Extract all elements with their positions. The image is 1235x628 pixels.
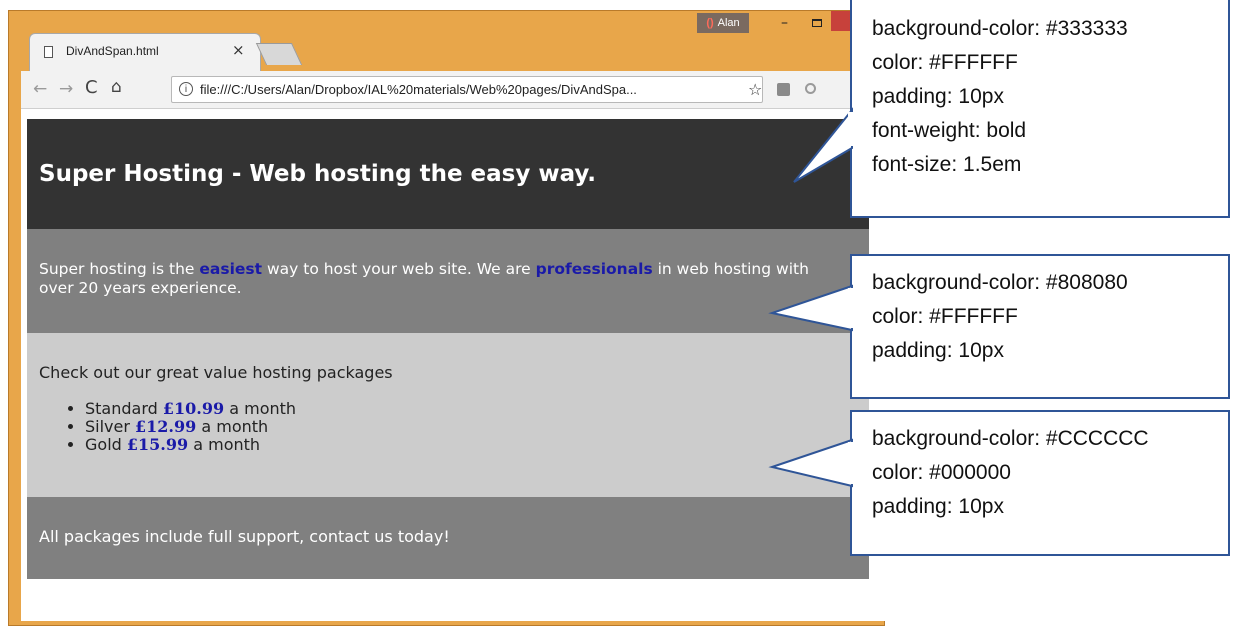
address-bar[interactable]: i file:///C:/Users/Alan/Dropbox/IAL%20ma… — [171, 76, 763, 103]
callout-line: padding: 10px — [872, 495, 1004, 518]
callout-line: font-size: 1.5em — [872, 153, 1022, 176]
profile-icon: () — [706, 17, 714, 29]
back-icon[interactable]: ← — [33, 79, 47, 99]
callout-packages-css: background-color: #CCCCCC color: #000000… — [850, 410, 1230, 556]
callout-line: padding: 10px — [872, 339, 1004, 362]
header-section: Super Hosting - Web hosting the easy way… — [27, 119, 869, 229]
page-title: Super Hosting - Web hosting the easy way… — [39, 161, 597, 187]
list-item: Gold £15.99 a month — [85, 436, 296, 454]
callout-line: font-weight: bold — [872, 119, 1027, 142]
callout-line: background-color: #808080 — [872, 271, 1128, 294]
reload-icon[interactable]: C — [85, 77, 98, 98]
profile-button[interactable]: () Alan — [697, 13, 749, 33]
package-name: Silver — [85, 417, 130, 436]
tab-title: DivAndSpan.html — [66, 44, 159, 58]
star-icon[interactable]: ☆ — [748, 80, 762, 99]
intro-text-part: Super hosting is the — [39, 260, 200, 278]
forward-icon[interactable]: → — [59, 79, 73, 99]
package-suffix: a month — [229, 399, 297, 418]
package-suffix: a month — [201, 417, 269, 436]
packages-lead: Check out our great value hosting packag… — [39, 363, 393, 382]
footer-text: All packages include full support, conta… — [39, 527, 450, 546]
callout-line: color: #FFFFFF — [872, 51, 1018, 74]
browser-window: DivAndSpan.html × () Alan – ← → C ⌂ i fi… — [8, 10, 885, 626]
callout-line: color: #000000 — [872, 461, 1011, 484]
browser-toolbar: ← → C ⌂ i file:///C:/Users/Alan/Dropbox/… — [21, 71, 885, 109]
browser-tab[interactable]: DivAndSpan.html × — [29, 33, 261, 71]
new-tab-button[interactable] — [255, 43, 303, 65]
url-text[interactable]: file:///C:/Users/Alan/Dropbox/IAL%20mate… — [200, 82, 637, 97]
package-price: £12.99 — [135, 417, 197, 436]
extension-icon[interactable] — [805, 83, 816, 94]
info-icon[interactable]: i — [179, 82, 193, 96]
callout-line: background-color: #CCCCCC — [872, 427, 1149, 450]
minimize-button[interactable]: – — [781, 15, 788, 31]
package-suffix: a month — [193, 435, 261, 454]
profile-name: Alan — [717, 17, 740, 29]
highlight-easiest: easiest — [199, 260, 263, 278]
home-icon[interactable]: ⌂ — [111, 77, 122, 97]
list-item: Standard £10.99 a month — [85, 400, 296, 418]
page-viewport: Super Hosting - Web hosting the easy way… — [21, 109, 885, 621]
footer-section: All packages include full support, conta… — [27, 497, 869, 579]
page-icon — [44, 46, 53, 58]
package-price: £10.99 — [162, 399, 225, 418]
package-name: Gold — [85, 435, 122, 454]
callout-line: background-color: #333333 — [872, 17, 1128, 40]
package-price: £15.99 — [126, 435, 189, 454]
intro-section: Super hosting is the easiest way to host… — [27, 229, 869, 333]
maximize-button[interactable] — [812, 19, 822, 27]
intro-text: Super hosting is the easiest way to host… — [39, 260, 829, 298]
package-name: Standard — [85, 399, 158, 418]
callout-header-css: background-color: #333333 color: #FFFFFF… — [850, 0, 1230, 218]
packages-section: Check out our great value hosting packag… — [27, 333, 869, 497]
tab-close-button[interactable]: × — [232, 41, 245, 59]
list-item: Silver £12.99 a month — [85, 418, 296, 436]
intro-text-part: way to host your web site. We are — [262, 260, 536, 278]
packages-list: Standard £10.99 a month Silver £12.99 a … — [39, 400, 296, 454]
highlight-professionals: professionals — [535, 260, 653, 278]
callout-intro-css: background-color: #808080 color: #FFFFFF… — [850, 254, 1230, 399]
extension-icon[interactable] — [777, 83, 790, 96]
callout-line: padding: 10px — [872, 85, 1004, 108]
callout-line: color: #FFFFFF — [872, 305, 1018, 328]
